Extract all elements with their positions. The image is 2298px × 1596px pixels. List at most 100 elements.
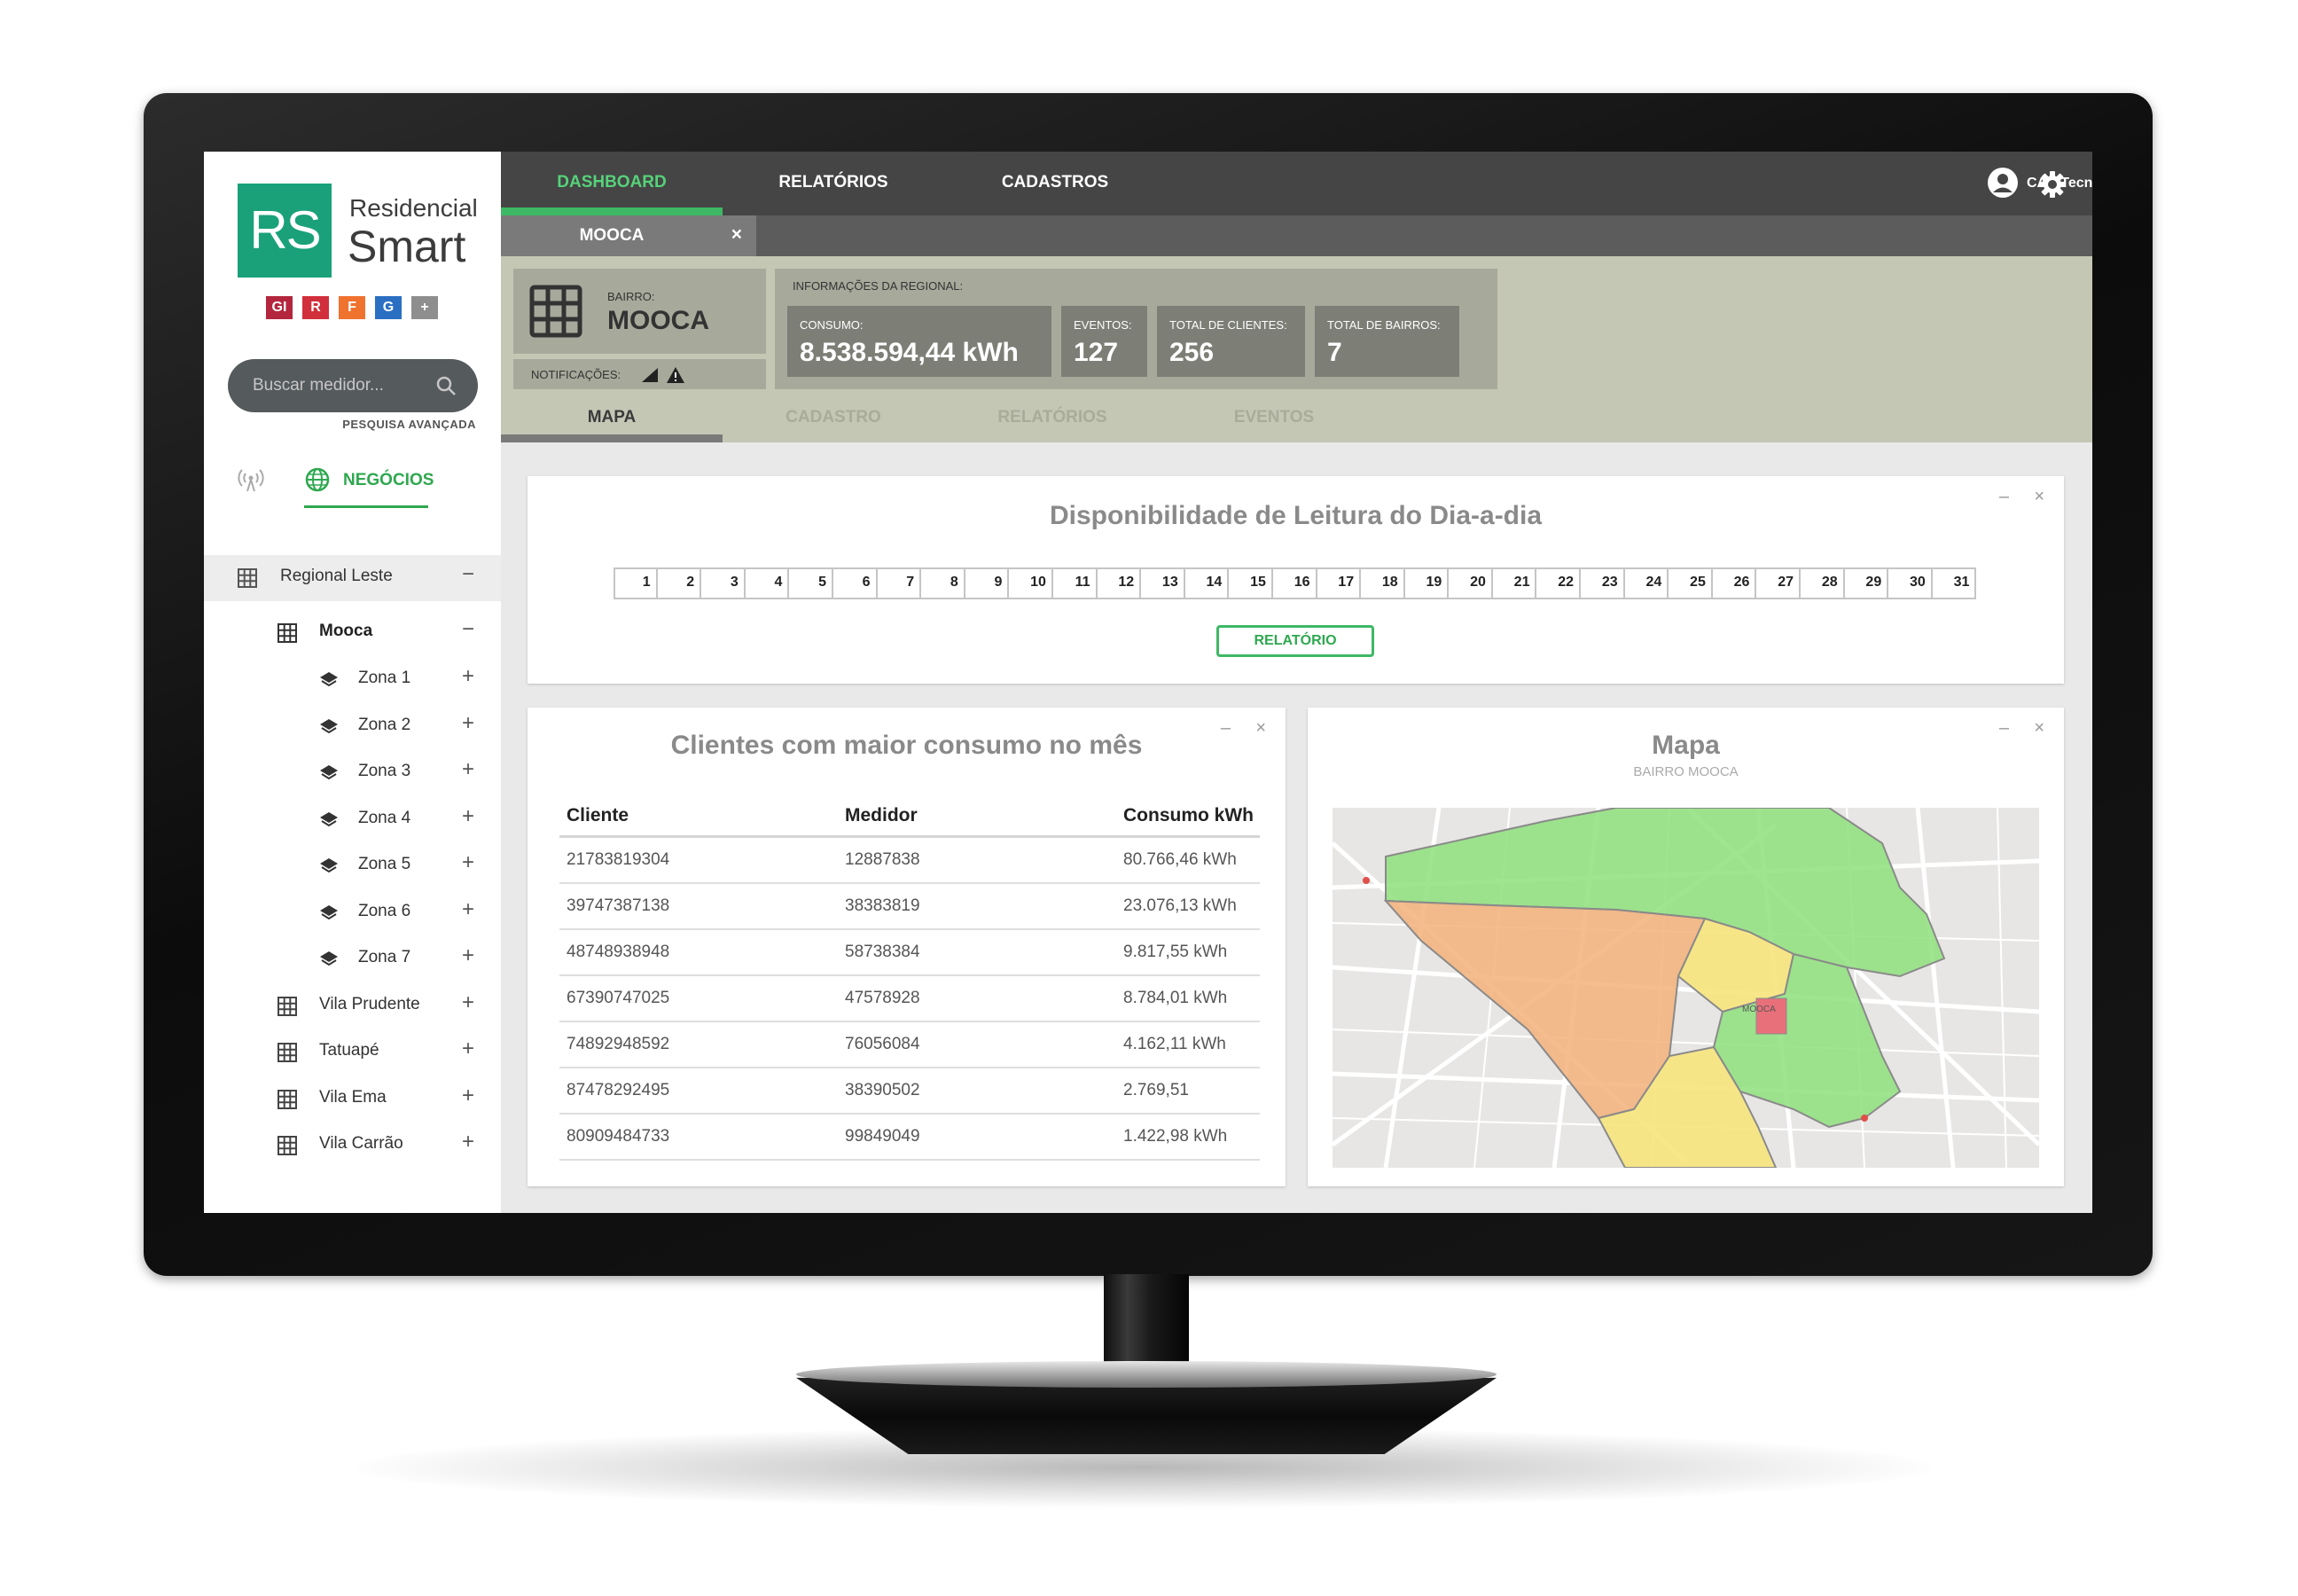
tab-dashboard[interactable]: DASHBOARD [501, 152, 723, 215]
gear-icon[interactable] [2037, 169, 2067, 200]
day-cell[interactable]: 14 [1184, 567, 1230, 599]
bairro-header: BAIRRO: MOOCA NOTIFICAÇÕES: INFORMAÇÕES … [501, 256, 2092, 442]
day-cell[interactable]: 2 [657, 567, 702, 599]
module-r-button[interactable]: R [302, 296, 329, 319]
day-cell[interactable]: 15 [1229, 567, 1273, 599]
search-icon[interactable] [435, 375, 457, 396]
module-add-button[interactable]: + [411, 296, 438, 319]
day-cell[interactable]: 8 [921, 567, 965, 599]
expand-toggle[interactable]: + [462, 897, 474, 922]
day-cell[interactable]: 6 [832, 567, 878, 599]
tree-item-bairro[interactable]: Vila Prudente + [204, 983, 501, 1029]
day-cell[interactable]: 9 [965, 567, 1010, 599]
subtab-cadastro[interactable]: CADASTRO [723, 398, 944, 442]
tab-negocios[interactable]: NEGÓCIOS [304, 466, 434, 508]
expand-toggle[interactable]: + [462, 804, 474, 829]
expand-toggle[interactable]: + [462, 990, 474, 1015]
relatorio-button[interactable]: RELATÓRIO [1216, 625, 1374, 657]
module-f-button[interactable]: F [339, 296, 365, 319]
table-row[interactable]: 87478292495 38390502 2.769,51 [559, 1068, 1260, 1115]
day-cell[interactable]: 28 [1801, 567, 1845, 599]
table-cell: 9.817,55 kWh [1116, 929, 1260, 976]
day-cell[interactable]: 17 [1317, 567, 1362, 599]
close-tab-button[interactable]: × [731, 224, 742, 246]
advanced-search-link[interactable]: PESQUISA AVANÇADA [204, 418, 476, 431]
map-pin-icon[interactable] [1861, 1115, 1868, 1122]
module-gi-button[interactable]: GI [266, 296, 293, 319]
table-row[interactable]: 21783819304 12887838 80.766,46 kWh [559, 836, 1260, 884]
column-header[interactable]: Medidor [838, 794, 1116, 838]
map-pin-icon[interactable] [1363, 877, 1370, 884]
day-cell[interactable]: 10 [1009, 567, 1053, 599]
expand-toggle[interactable]: + [462, 711, 474, 736]
table-row[interactable]: 74892948592 76056084 4.162,11 kWh [559, 1021, 1260, 1068]
tree-item-zona[interactable]: Zona 7 + [204, 936, 501, 982]
tree-item-bairro[interactable]: Vila Carrão + [204, 1123, 501, 1169]
day-cell[interactable]: 23 [1581, 567, 1625, 599]
expand-toggle[interactable]: + [462, 850, 474, 875]
expand-toggle[interactable]: + [462, 664, 474, 689]
day-cell[interactable]: 30 [1888, 567, 1933, 599]
day-cell[interactable]: 19 [1404, 567, 1450, 599]
day-cell[interactable]: 16 [1272, 567, 1317, 599]
day-cell[interactable]: 24 [1624, 567, 1669, 599]
expand-toggle[interactable]: + [462, 1037, 474, 1061]
tab-cadastros[interactable]: CADASTROS [944, 152, 1166, 215]
day-cell[interactable]: 3 [701, 567, 746, 599]
day-cell[interactable]: 27 [1756, 567, 1802, 599]
subtab-eventos[interactable]: EVENTOS [1163, 398, 1385, 442]
subtab-mapa[interactable]: MAPA [501, 398, 723, 442]
day-cell[interactable]: 1 [614, 567, 658, 599]
screen: RS Residencial Smart GI R F G + Buscar m… [204, 152, 2092, 1213]
day-cell[interactable]: 5 [789, 567, 833, 599]
subtab-relatorios[interactable]: RELATÓRIOS [942, 398, 1163, 442]
tree-item-mooca[interactable]: Mooca − [204, 610, 501, 656]
day-cell[interactable]: 13 [1141, 567, 1185, 599]
stat-card-clientes: TOTAL DE CLIENTES: 256 [1157, 306, 1305, 377]
tree-item-zona[interactable]: Zona 5 + [204, 843, 501, 889]
table-row[interactable]: 80909484733 99849049 1.422,98 kWh [559, 1114, 1260, 1161]
expand-toggle[interactable]: + [462, 1084, 474, 1108]
day-cell[interactable]: 26 [1712, 567, 1757, 599]
warning-icon[interactable] [666, 366, 685, 384]
day-cell[interactable]: 7 [877, 567, 922, 599]
signal-icon[interactable] [642, 368, 658, 382]
day-cell[interactable]: 20 [1449, 567, 1493, 599]
expand-toggle[interactable]: + [462, 943, 474, 968]
expand-toggle[interactable]: + [462, 1130, 474, 1154]
open-tab-mooca[interactable]: MOOCA × [501, 215, 756, 256]
module-g-button[interactable]: G [375, 296, 402, 319]
map-view[interactable]: MOOCA [1333, 808, 2039, 1168]
collapse-toggle[interactable]: − [462, 617, 474, 642]
tree-item-zona[interactable]: Zona 1 + [204, 657, 501, 703]
day-cell[interactable]: 18 [1361, 567, 1405, 599]
day-cell[interactable]: 22 [1536, 567, 1582, 599]
tree-item-zona[interactable]: Zona 3 + [204, 750, 501, 796]
day-cell[interactable]: 11 [1052, 567, 1098, 599]
antenna-icon[interactable] [238, 466, 264, 493]
tree-item-bairro[interactable]: Vila Ema + [204, 1076, 501, 1123]
day-cell[interactable]: 31 [1932, 567, 1977, 599]
tree-item-zona[interactable]: Zona 4 + [204, 797, 501, 843]
column-header[interactable]: Consumo kWh [1116, 794, 1260, 838]
grid-icon [238, 568, 257, 588]
table-row[interactable]: 67390747025 47578928 8.784,01 kWh [559, 975, 1260, 1022]
search-input[interactable]: Buscar medidor... [228, 359, 478, 412]
column-header[interactable]: Cliente [559, 794, 838, 838]
stat-value: 8.538.594,44 kWh [800, 338, 1019, 367]
day-cell[interactable]: 12 [1097, 567, 1142, 599]
tree-item-zona[interactable]: Zona 6 + [204, 890, 501, 936]
tree-item-zona[interactable]: Zona 2 + [204, 704, 501, 750]
tree-item-regional-leste[interactable]: Regional Leste − [204, 555, 501, 601]
day-cell[interactable]: 4 [745, 567, 790, 599]
zone-red-block[interactable] [1755, 998, 1787, 1035]
day-cell[interactable]: 21 [1492, 567, 1537, 599]
tab-relatorios[interactable]: RELATÓRIOS [723, 152, 944, 215]
collapse-toggle[interactable]: − [462, 562, 474, 587]
day-cell[interactable]: 29 [1844, 567, 1889, 599]
tree-item-bairro[interactable]: Tatuapé + [204, 1029, 501, 1076]
table-row[interactable]: 48748938948 58738384 9.817,55 kWh [559, 929, 1260, 976]
expand-toggle[interactable]: + [462, 757, 474, 782]
day-cell[interactable]: 25 [1669, 567, 1713, 599]
table-row[interactable]: 39747387138 38383819 23.076,13 kWh [559, 883, 1260, 930]
